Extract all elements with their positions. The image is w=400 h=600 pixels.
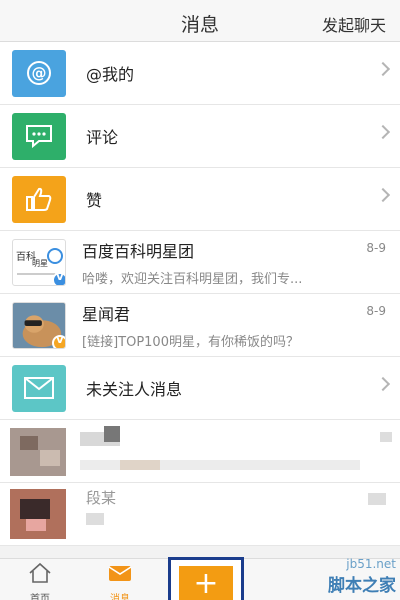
blurred-conversation-row[interactable]: 段某 <box>0 483 400 546</box>
watermark: jb51.net 脚本之家 <box>328 557 396 596</box>
chevron-right-icon <box>375 61 391 77</box>
mail-icon <box>12 364 66 412</box>
menu-item-label: 未关注人消息 <box>86 380 183 399</box>
blurred-conversation-row[interactable] <box>0 420 400 483</box>
highlight-frame: + <box>168 557 244 600</box>
menu-item-mentions[interactable]: @ @我的 <box>0 42 400 105</box>
conversation-row[interactable]: 百科 明星 V 百度百科明星团 哈喽，欢迎关注百科明星团，我们专... 8-9 <box>0 231 400 294</box>
verified-badge-icon: V <box>52 334 65 348</box>
chevron-right-icon <box>375 187 391 203</box>
menu-item-unfollowed-messages[interactable]: 未关注人消息 <box>0 357 400 420</box>
tab-label: 消息 <box>110 594 130 600</box>
bottom-tab-bar: 首页 消息 + jb51.net 脚本之家 <box>0 557 400 600</box>
start-chat-button[interactable]: 发起聊天 <box>322 12 386 36</box>
conversation-name: 星闻君 <box>82 304 131 324</box>
conversation-preview: [链接]TOP100明星，有你稀饭的吗？ <box>82 334 299 350</box>
tab-label: 首页 <box>30 594 50 600</box>
chevron-right-icon <box>375 124 391 140</box>
conversation-name: 百度百科明星团 <box>82 241 195 261</box>
avatar: V <box>12 301 66 349</box>
watermark-name: 脚本之家 <box>328 576 396 596</box>
verified-badge-icon: V <box>52 271 65 285</box>
tab-messages[interactable]: 消息 <box>90 562 150 600</box>
home-icon <box>29 562 51 583</box>
conversation-date: 8-9 <box>366 304 386 318</box>
watermark-site: jb51.net <box>346 557 396 571</box>
tab-home[interactable]: 首页 <box>10 562 70 600</box>
chevron-right-icon <box>375 376 391 392</box>
conversation-row[interactable]: V 星闻君 [链接]TOP100明星，有你稀饭的吗？ 8-9 <box>0 294 400 357</box>
menu-item-comments[interactable]: 评论 <box>0 105 400 168</box>
conversation-preview: 哈喽，欢迎关注百科明星团，我们专... <box>82 271 303 287</box>
mail-icon <box>108 566 132 581</box>
menu-item-label: 评论 <box>86 128 119 147</box>
thumbs-up-icon <box>12 175 66 223</box>
svg-text:明星: 明星 <box>32 259 48 268</box>
header: 消息 发起聊天 <box>0 0 400 42</box>
message-list: @ @我的 评论 赞 百科 明星 V 百度百科明星团 哈喽，欢迎关注百科明星团，… <box>0 42 400 546</box>
conversation-date: 8-9 <box>366 241 386 255</box>
menu-item-label: 赞 <box>86 191 103 210</box>
menu-item-likes[interactable]: 赞 <box>0 168 400 231</box>
at-icon: @ <box>12 49 66 97</box>
compose-plus-button[interactable]: + <box>179 566 233 600</box>
menu-item-label: @我的 <box>86 65 135 84</box>
conversation-name: 段某 <box>86 489 117 507</box>
comment-icon <box>12 112 66 160</box>
avatar: 百科 明星 V <box>12 238 66 286</box>
